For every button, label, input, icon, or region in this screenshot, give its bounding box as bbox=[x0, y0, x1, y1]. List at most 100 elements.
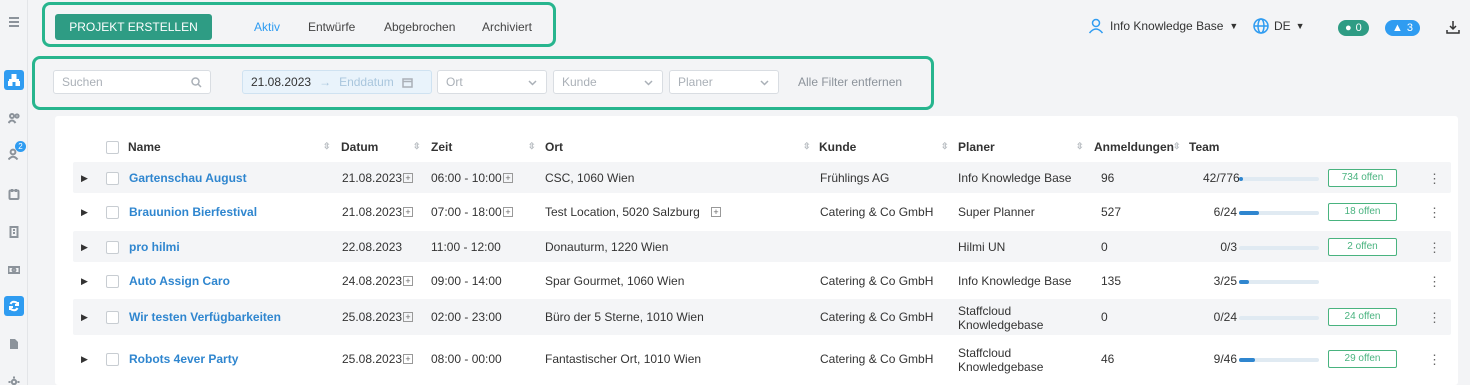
project-name[interactable]: pro hilmi bbox=[129, 240, 180, 254]
location-cell: Test Location, 5020 Salzburg bbox=[545, 205, 700, 219]
toolbar-highlight bbox=[42, 2, 556, 47]
money-icon[interactable] bbox=[4, 260, 24, 280]
project-name[interactable]: Robots 4ever Party bbox=[129, 352, 238, 366]
row-checkbox[interactable] bbox=[106, 275, 119, 288]
header-planner[interactable]: Planer bbox=[958, 140, 995, 154]
project-name[interactable]: Brauunion Bierfestival bbox=[129, 205, 257, 219]
user-menu[interactable]: Info Knowledge Base ▼ bbox=[1088, 18, 1238, 34]
document-icon[interactable] bbox=[4, 334, 24, 354]
sort-icon[interactable]: ⇳ bbox=[323, 141, 331, 152]
download-icon[interactable] bbox=[1446, 20, 1460, 34]
expand-plus-icon[interactable]: + bbox=[503, 207, 513, 217]
more-options-icon[interactable]: ⋮ bbox=[1428, 274, 1441, 290]
sort-icon[interactable]: ⇳ bbox=[941, 141, 949, 152]
more-options-icon[interactable]: ⋮ bbox=[1428, 171, 1441, 187]
sort-icon[interactable]: ⇳ bbox=[413, 141, 421, 152]
gear-icon[interactable] bbox=[4, 372, 24, 385]
chat-count: 0 bbox=[1355, 22, 1362, 34]
expand-plus-icon[interactable]: + bbox=[403, 354, 413, 364]
team-count: 3/25 bbox=[1213, 274, 1237, 288]
row-checkbox[interactable] bbox=[106, 353, 119, 366]
expand-plus-icon[interactable]: + bbox=[403, 207, 413, 217]
expand-icon[interactable]: ▶ bbox=[81, 312, 88, 323]
open-slots-badge[interactable]: 18 offen bbox=[1328, 203, 1397, 221]
open-slots-badge[interactable]: 734 offen bbox=[1328, 169, 1397, 187]
table-row[interactable]: ▶ pro hilmi 22.08.2023 11:00 - 12:00 Donautu… bbox=[73, 231, 1451, 262]
date-cell: 21.08.2023 bbox=[342, 171, 403, 185]
table-row[interactable]: ▶ Brauunion Bierfestival 21.08.2023 07:00 -… bbox=[73, 196, 1451, 227]
open-slots-badge[interactable]: 24 offen bbox=[1328, 308, 1397, 326]
menu-icon[interactable] bbox=[4, 12, 24, 32]
team-progress-bar bbox=[1239, 177, 1319, 181]
expand-icon[interactable]: ▶ bbox=[81, 207, 88, 218]
chat-badge[interactable]: ● 0 bbox=[1338, 20, 1369, 36]
table-row[interactable]: ▶ Wir testen Verfügbarkeiten 25.08.2023 02:… bbox=[73, 299, 1451, 335]
project-name[interactable]: Wir testen Verfügbarkeiten bbox=[129, 310, 281, 324]
sort-icon[interactable]: ⇳ bbox=[1173, 141, 1181, 152]
project-name[interactable]: Auto Assign Caro bbox=[129, 274, 230, 288]
row-checkbox[interactable] bbox=[106, 206, 119, 219]
time-cell: 11:00 - 12:00 bbox=[431, 240, 501, 254]
select-all-checkbox[interactable] bbox=[106, 141, 119, 154]
sort-icon[interactable]: ⇳ bbox=[1076, 141, 1084, 152]
header-location[interactable]: Ort bbox=[545, 140, 563, 154]
planner-cell: Super Planner bbox=[958, 205, 1035, 219]
time-cell: 02:00 - 23:00 bbox=[431, 310, 502, 324]
sort-icon[interactable]: ⇳ bbox=[803, 141, 811, 152]
more-options-icon[interactable]: ⋮ bbox=[1428, 205, 1441, 221]
expand-icon[interactable]: ▶ bbox=[81, 173, 88, 184]
expand-plus-icon[interactable]: + bbox=[403, 312, 413, 322]
expand-plus-icon[interactable]: + bbox=[403, 173, 413, 183]
org-chart-icon[interactable] bbox=[4, 70, 24, 90]
header-name[interactable]: Name bbox=[128, 140, 161, 154]
table-header: Name ⇳ Datum ⇳ Zeit ⇳ Ort ⇳ Kunde ⇳ Plan… bbox=[73, 137, 1451, 159]
building-icon[interactable] bbox=[4, 222, 24, 242]
header-team: Team bbox=[1189, 140, 1220, 154]
expand-icon[interactable]: ▶ bbox=[81, 276, 88, 287]
projects-table: Name ⇳ Datum ⇳ Zeit ⇳ Ort ⇳ Kunde ⇳ Plan… bbox=[55, 116, 1458, 385]
sort-icon[interactable]: ⇳ bbox=[528, 141, 536, 152]
group-icon[interactable] bbox=[4, 108, 24, 128]
user-add-icon[interactable]: 2 bbox=[4, 141, 26, 164]
header-date[interactable]: Datum bbox=[341, 140, 378, 154]
notification-badge[interactable]: ▲ 3 bbox=[1385, 20, 1421, 36]
more-options-icon[interactable]: ⋮ bbox=[1428, 310, 1441, 326]
table-row[interactable]: ▶ Robots 4ever Party 25.08.2023 08:00 - 00:… bbox=[73, 341, 1451, 377]
team-progress-fill bbox=[1239, 280, 1249, 284]
planner-cell: Staffcloud Knowledgebase bbox=[958, 304, 1044, 332]
team-progress-fill bbox=[1239, 177, 1244, 181]
date-cell: 21.08.2023 bbox=[342, 205, 403, 219]
registrations-cell: 96 bbox=[1101, 171, 1115, 185]
open-slots-badge[interactable]: 29 offen bbox=[1328, 350, 1397, 368]
header-customer[interactable]: Kunde bbox=[819, 140, 856, 154]
location-cell: Fantastischer Ort, 1010 Wien bbox=[545, 352, 702, 366]
language-selector[interactable]: DE ▼ bbox=[1253, 18, 1305, 34]
time-cell: 07:00 - 18:00 bbox=[431, 205, 502, 219]
row-checkbox[interactable] bbox=[106, 172, 119, 185]
date-cell: 24.08.2023 bbox=[342, 274, 403, 288]
expand-plus-icon[interactable]: + bbox=[503, 173, 513, 183]
row-checkbox[interactable] bbox=[106, 311, 119, 324]
customer-cell: Frühlings AG bbox=[820, 171, 890, 185]
expand-icon[interactable]: ▶ bbox=[81, 242, 88, 253]
expand-plus-icon[interactable]: + bbox=[711, 207, 721, 217]
row-checkbox[interactable] bbox=[106, 241, 119, 254]
expand-icon[interactable]: ▶ bbox=[81, 354, 88, 365]
expand-plus-icon[interactable]: + bbox=[403, 276, 413, 286]
calendar-icon[interactable] bbox=[4, 184, 24, 204]
header-registrations[interactable]: Anmeldungen bbox=[1094, 140, 1174, 154]
more-options-icon[interactable]: ⋮ bbox=[1428, 240, 1441, 256]
refresh-icon[interactable] bbox=[4, 296, 24, 316]
chat-icon: ● bbox=[1345, 22, 1352, 34]
project-name[interactable]: Gartenschau August bbox=[129, 171, 247, 185]
table-row[interactable]: ▶ Auto Assign Caro 24.08.2023 09:00 - 14:00… bbox=[73, 265, 1451, 296]
time-cell: 08:00 - 00:00 bbox=[431, 352, 502, 366]
team-progress-bar bbox=[1239, 316, 1319, 320]
open-slots-badge[interactable]: 2 offen bbox=[1328, 238, 1397, 256]
table-row[interactable]: ▶ Gartenschau August 21.08.2023 06:00 - 10:… bbox=[73, 162, 1451, 193]
registrations-cell: 527 bbox=[1101, 205, 1122, 219]
team-progress-bar bbox=[1239, 280, 1319, 284]
user-icon bbox=[1088, 18, 1104, 34]
header-time[interactable]: Zeit bbox=[431, 140, 452, 154]
more-options-icon[interactable]: ⋮ bbox=[1428, 352, 1441, 368]
